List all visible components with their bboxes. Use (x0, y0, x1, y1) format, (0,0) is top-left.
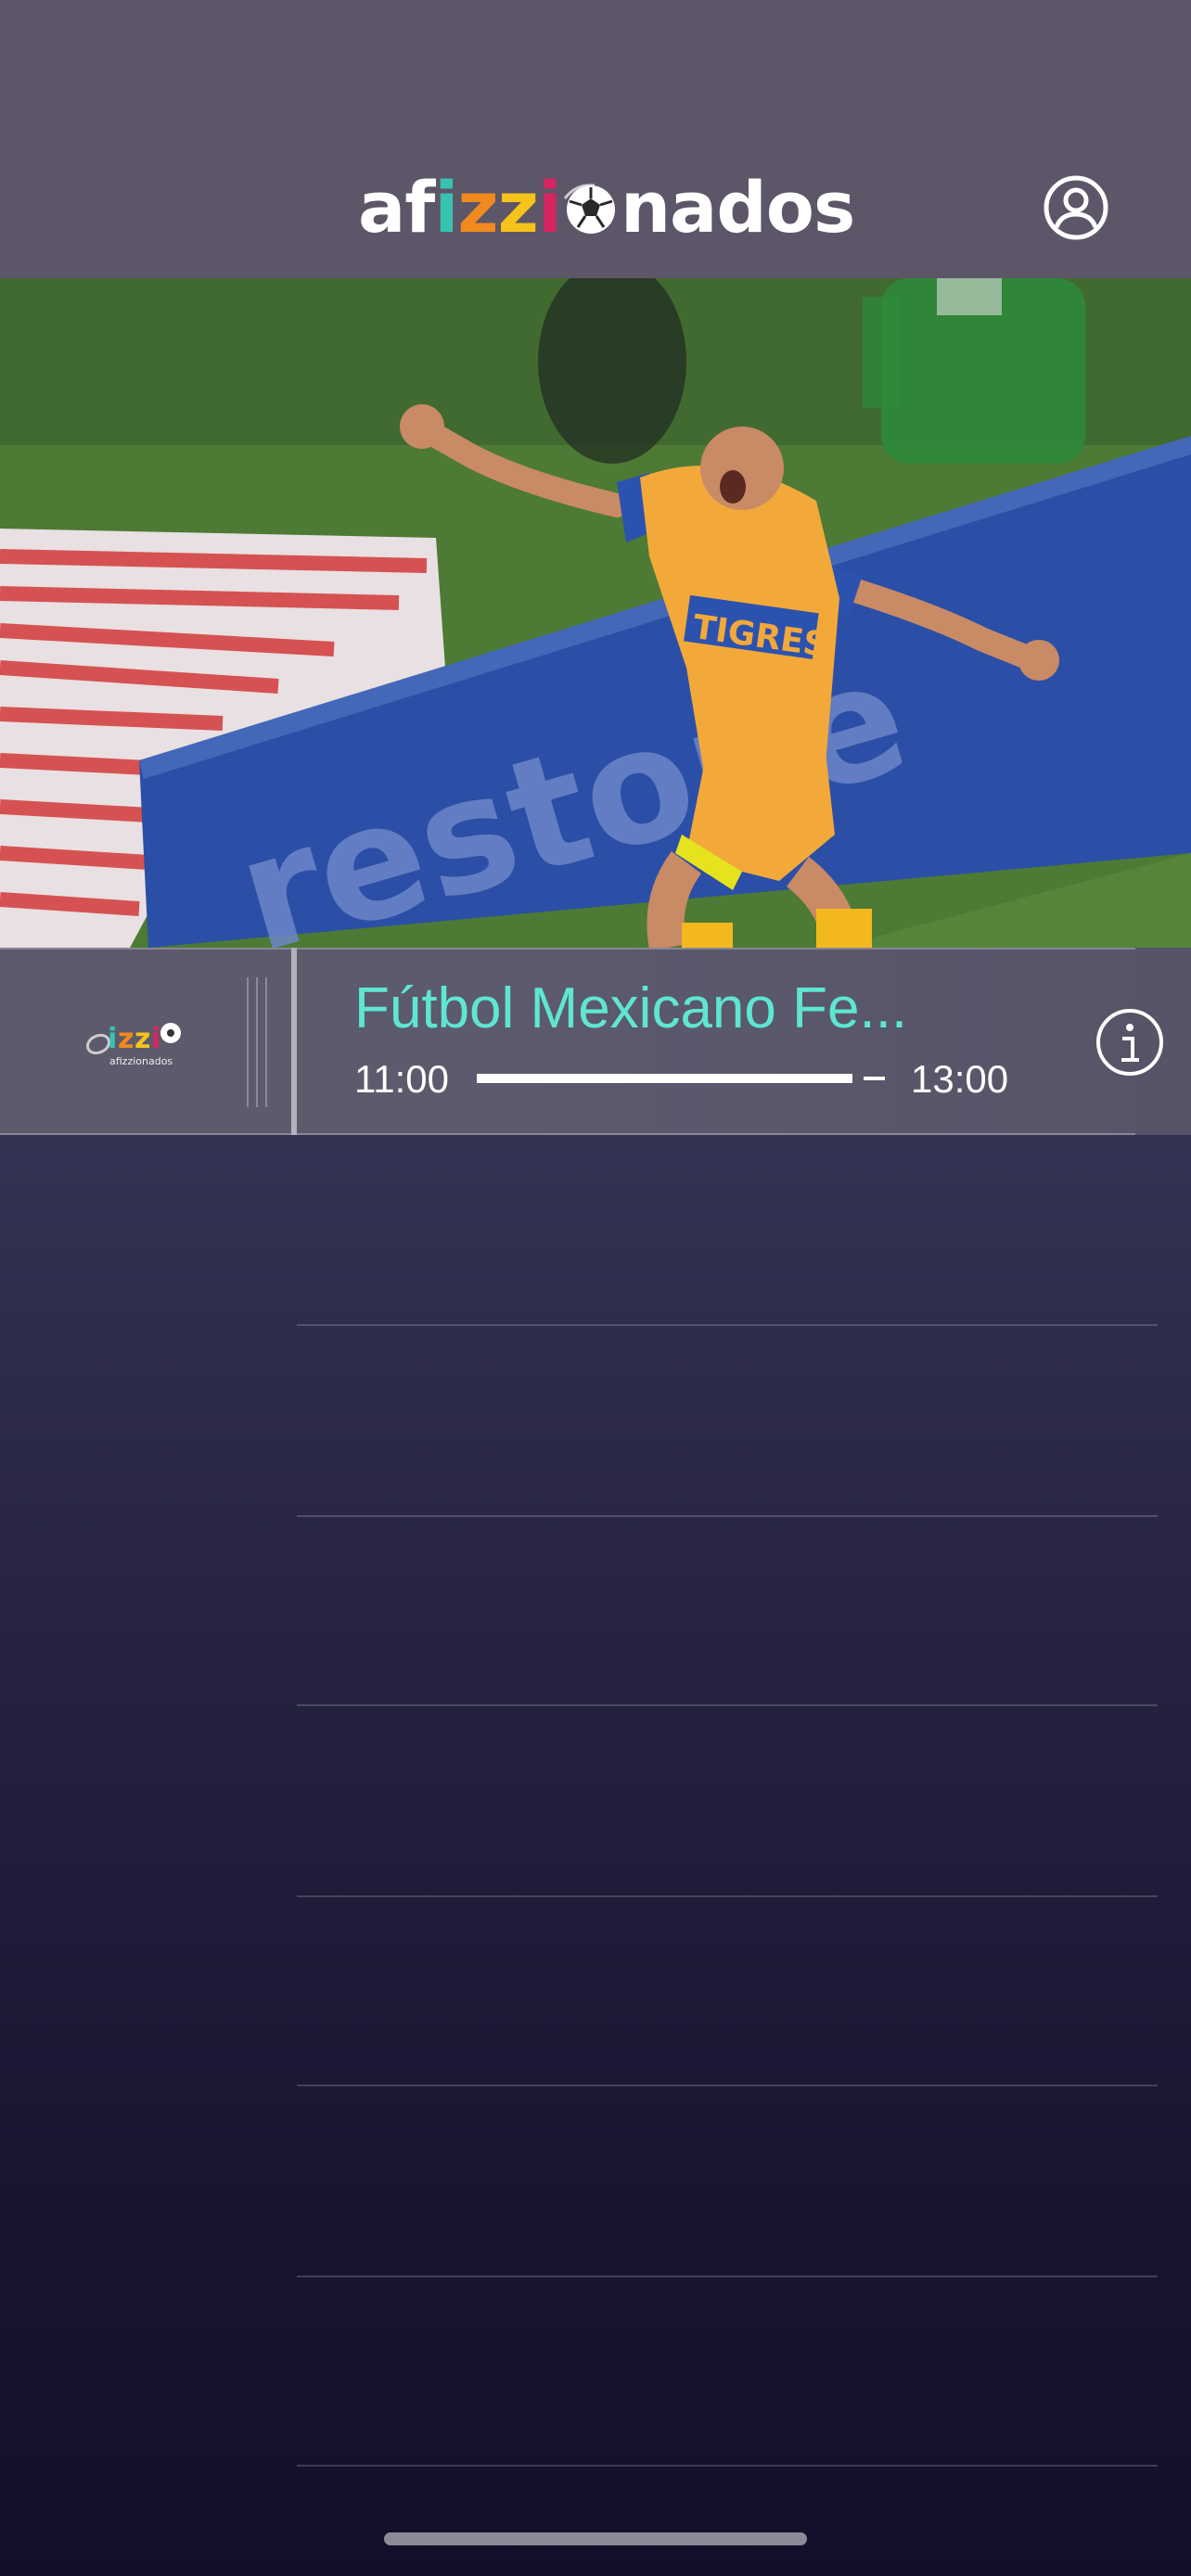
program-start-time: 11:00 (354, 1057, 449, 1101)
svg-text:z: z (134, 1023, 150, 1055)
soccer-ball-icon (563, 184, 615, 234)
logo-text-i2: i (537, 166, 562, 249)
channel-logo: i z z i afizzionados (85, 1023, 181, 1067)
grid-divider (297, 2085, 1158, 2086)
grid-divider (297, 1515, 1158, 1517)
grid-divider (297, 2276, 1158, 2277)
logo-text-nados: nados (620, 166, 855, 249)
channel-cell[interactable]: i z z i afizzionados (0, 948, 293, 1135)
info-circle-icon[interactable] (1095, 1007, 1165, 1078)
logo-text-z2: z (497, 166, 539, 249)
channel-logo-label: afizzionados (109, 1055, 173, 1067)
progress-marker (852, 1074, 864, 1083)
program-end-time: 13:00 (911, 1057, 1009, 1101)
drag-handle[interactable] (247, 977, 271, 1107)
grid-divider (297, 1704, 1158, 1706)
grid-divider (297, 1895, 1158, 1897)
grid-divider (297, 2465, 1158, 2467)
logo-text-i: i (434, 166, 458, 249)
progress-fill (477, 1074, 852, 1083)
program-title[interactable]: Fútbol Mexicano Fe... (354, 976, 907, 1041)
video-frame: restone TIGRES (0, 278, 1191, 948)
svg-text:i: i (151, 1023, 160, 1055)
home-indicator[interactable] (384, 2532, 807, 2545)
program-cell[interactable]: Fútbol Mexicano Fe... 11:00 13:00 (297, 948, 1135, 1135)
program-row[interactable]: i z z i afizzionados Fútbol Mexicano Fe.… (0, 948, 1191, 1135)
user-circle-icon[interactable] (1043, 174, 1109, 241)
program-progress-bar (477, 1074, 885, 1083)
svg-text:z: z (118, 1023, 134, 1055)
svg-text:i: i (108, 1023, 117, 1055)
app-logo: af i z z i nados (358, 166, 855, 249)
grid-divider (297, 1324, 1158, 1326)
logo-text-z1: z (457, 166, 498, 249)
video-player[interactable]: restone TIGRES (0, 278, 1191, 948)
logo-text-af: af (358, 166, 435, 249)
app-header: af i z z i nados (0, 0, 1191, 278)
